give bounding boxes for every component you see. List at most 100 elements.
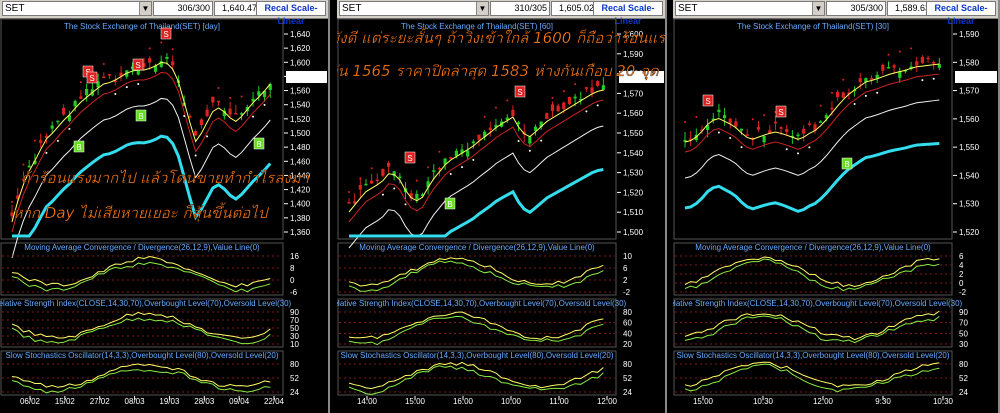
sar-dot: [684, 121, 686, 123]
date-label: 22/04: [264, 397, 285, 406]
stochastic-tick-label: 24: [623, 388, 632, 397]
candle: [717, 109, 721, 113]
chart-panel-60min[interactable]: SET ▼ 310/305 1,605.02 Recal Scale-Linear…: [337, 0, 667, 413]
price-title: The Stock Exchange of Thailand(SET) [30]: [737, 22, 889, 31]
stochastic-title: Slow Stochastics Oscillator(14,3,3),Over…: [340, 351, 613, 360]
rsi-signal-line: [348, 315, 604, 346]
candle: [432, 170, 436, 172]
sar-dot: [819, 104, 822, 107]
symbol-select[interactable]: SET ▼: [675, 1, 825, 16]
sar-dot: [229, 96, 232, 99]
candle: [488, 127, 492, 131]
symbol-select[interactable]: SET ▼: [339, 1, 489, 16]
sar-dot: [45, 151, 48, 154]
chart-panel-30min[interactable]: SET ▼ 305/300 1,589.63 Recal Scale-Linear…: [673, 0, 1000, 413]
date-label: 27/02: [90, 397, 111, 406]
candle: [773, 121, 778, 124]
rescale-button[interactable]: Recal Scale-Linear: [593, 1, 663, 26]
stochastic-tick-label: 52: [290, 374, 299, 383]
rescale-button[interactable]: Recal Scale-Linear: [256, 1, 326, 26]
date-label: 12:00: [813, 397, 834, 406]
sar-dot: [183, 115, 186, 117]
candle: [398, 176, 402, 179]
sell-signal-label: S: [778, 108, 783, 117]
candle: [915, 61, 919, 66]
stochastic-tick-label: 80: [290, 360, 299, 369]
price-tick-label: 1,520: [290, 115, 311, 124]
macd-tick-label: 10: [623, 252, 632, 261]
symbol-select[interactable]: SET ▼: [2, 1, 152, 16]
candle: [802, 128, 806, 134]
buy-signal-label: B: [844, 160, 849, 169]
date-label: 08/03: [125, 397, 146, 406]
chevron-down-icon[interactable]: ▼: [476, 2, 488, 15]
rsi-title: Relative Strength Index(CLOSE,14,30,70),…: [673, 299, 963, 308]
ma-mid-line: [684, 73, 940, 153]
candle: [370, 180, 374, 184]
candle: [211, 96, 215, 103]
sar-dot: [217, 87, 220, 89]
cursor-price: 1,640.47: [214, 1, 260, 16]
candle: [27, 165, 31, 168]
candle: [785, 129, 789, 132]
sar-dot: [751, 118, 754, 121]
sar-dot: [517, 140, 520, 142]
rsi-line: [348, 311, 604, 340]
rescale-button[interactable]: Recal Scale-Linear: [926, 1, 996, 26]
candle: [858, 78, 862, 83]
chevron-down-icon[interactable]: ▼: [812, 2, 824, 15]
rsi-title: Relative Strength Index(CLOSE,14,30,70),…: [0, 299, 292, 308]
date-label: 12:00: [597, 397, 618, 406]
price-tick-label: 1,590: [959, 30, 980, 39]
sar-dot: [125, 86, 128, 89]
bar-count: 306/300: [153, 1, 213, 16]
sar-dot: [393, 187, 396, 190]
sar-dot: [785, 148, 788, 151]
candle: [841, 92, 845, 98]
buy-signal-label: B: [76, 143, 81, 152]
macd-title: Moving Average Convergence / Divergence(…: [695, 243, 931, 252]
candle: [937, 64, 941, 68]
candle: [596, 81, 600, 86]
rsi-tick-label: 20: [623, 340, 632, 349]
candle: [62, 107, 66, 115]
chart-canvas[interactable]: The Stock Exchange of Thailand(SET) [day…: [0, 18, 330, 413]
candle: [550, 104, 555, 111]
chart-panel-day[interactable]: SET ▼ 306/300 1,640.47 Recal Scale-Linear…: [0, 0, 330, 413]
sar-dot: [137, 83, 140, 85]
candle: [836, 91, 840, 98]
date-label: 15/02: [55, 397, 76, 406]
last-price-value: 1,582.93: [288, 73, 320, 82]
macd-tick-label: 0: [290, 276, 295, 285]
candle: [556, 105, 560, 112]
candle: [745, 134, 749, 136]
candle: [107, 74, 112, 76]
macd-title: Moving Average Convergence / Divergence(…: [24, 243, 260, 252]
candle: [39, 140, 43, 143]
sar-dot: [148, 47, 151, 50]
sar-dot: [853, 103, 856, 105]
sar-dot: [359, 177, 362, 180]
macd-signal-line: [11, 261, 271, 293]
price-tick-label: 1,620: [290, 44, 311, 53]
sar-dot: [22, 163, 25, 166]
sar-dot: [585, 110, 588, 113]
rsi-signal-line: [684, 315, 940, 344]
candle: [881, 64, 885, 71]
chart-canvas[interactable]: The Stock Exchange of Thailand(SET) [30]…: [673, 18, 1000, 413]
chart-toolbar: SET ▼ 305/300 1,589.63 Recal Scale-Linear: [673, 0, 998, 26]
sar-dot: [461, 166, 464, 169]
candle: [199, 119, 203, 126]
macd-tick-label: -6: [290, 288, 298, 297]
sar-dot: [717, 131, 720, 134]
price-tick-label: 1,520: [623, 188, 644, 197]
candle: [437, 167, 442, 170]
sar-dot: [797, 152, 800, 155]
candle: [358, 185, 362, 190]
candle: [56, 120, 60, 123]
candle: [347, 202, 351, 204]
sell-signal-label: S: [407, 154, 412, 163]
chevron-down-icon[interactable]: ▼: [139, 2, 151, 15]
sar-dot: [830, 91, 833, 94]
chart-canvas[interactable]: The Stock Exchange of Thailand(SET) [60]…: [337, 18, 667, 413]
